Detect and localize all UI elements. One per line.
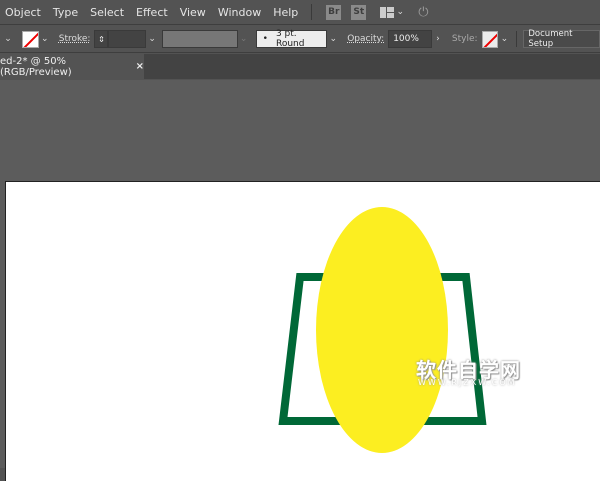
watermark-url: WWW.RJZXW.COM	[418, 378, 517, 387]
artwork	[278, 207, 487, 453]
yellow-ellipse[interactable]	[316, 207, 448, 453]
